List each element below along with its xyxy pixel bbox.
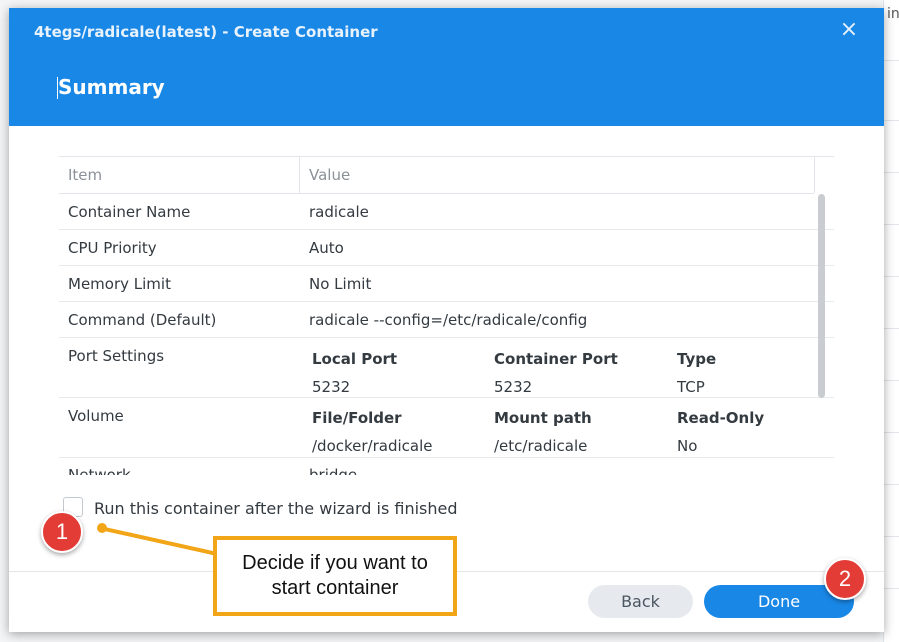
background-divider [884,484,899,485]
row-value: radicale --config=/etc/radicale/config [309,311,588,329]
column-header-item: Item [68,166,103,184]
background-divider [884,536,899,537]
annotation-callout: Decide if you want to start container [213,536,457,616]
table-scrollbar[interactable] [818,194,825,398]
row-label: Port Settings [68,347,165,365]
port-local-value: 5232 [312,378,351,396]
port-type-value: TCP [677,378,705,396]
row-label: Memory Limit [68,275,171,293]
section-title: Summary [57,75,165,99]
port-header-container: Container Port [494,350,618,368]
row-value: bridge [309,466,358,475]
row-label: Command (Default) [68,311,217,329]
table-row-volume: Volume File/Folder Mount path Read-Only … [59,398,834,458]
background-divider [884,60,899,61]
row-value: Auto [309,239,344,257]
volume-file-value: /docker/radicale [312,437,433,455]
background-divider [884,432,899,433]
volume-header-file: File/Folder [312,409,402,427]
port-container-value: 5232 [494,378,533,396]
summary-table: Item Value Container Name radicale CPU P… [59,156,834,475]
dialog-header: 4tegs/radicale(latest) - Create Containe… [9,8,884,126]
volume-header-mount: Mount path [494,409,592,427]
column-header-value: Value [309,166,351,184]
window-title: 4tegs/radicale(latest) - Create Containe… [34,23,378,41]
volume-readonly-value: No [677,437,698,455]
port-header-local: Local Port [312,350,398,368]
column-divider [299,157,300,193]
background-divider [884,120,899,121]
background-divider [884,172,899,173]
background-page [883,0,899,642]
annotation-marker-2: 2 [824,558,866,600]
row-value: radicale [309,203,369,221]
table-row: Command (Default) radicale --config=/etc… [59,302,834,338]
table-row: Container Name radicale [59,194,834,230]
table-row: CPU Priority Auto [59,230,834,266]
row-label: CPU Priority [68,239,157,257]
port-header-type: Type [677,350,717,368]
close-icon[interactable]: × [839,19,859,41]
background-text: in [887,6,899,22]
background-divider [884,276,899,277]
background-divider [884,328,899,329]
background-divider [884,588,899,589]
column-divider [814,157,815,193]
row-label: Volume [68,407,124,425]
annotation-callout-text: Decide if you want to start container [242,552,428,599]
table-row: Memory Limit No Limit [59,266,834,302]
annotation-connector-dot [97,523,107,533]
run-after-label[interactable]: Run this container after the wizard is f… [94,499,458,518]
back-button[interactable]: Back [588,585,693,618]
background-divider [884,380,899,381]
table-row-port-settings: Port Settings Local Port Container Port … [59,338,834,398]
background-divider [884,224,899,225]
row-value: No Limit [309,275,372,293]
table-row: Network bridge [59,458,834,475]
row-label: Container Name [68,203,191,221]
volume-mount-value: /etc/radicale [494,437,588,455]
row-label: Network [68,466,131,475]
volume-header-readonly: Read-Only [677,409,765,427]
annotation-marker-1: 1 [41,511,83,553]
table-header: Item Value [59,157,815,194]
